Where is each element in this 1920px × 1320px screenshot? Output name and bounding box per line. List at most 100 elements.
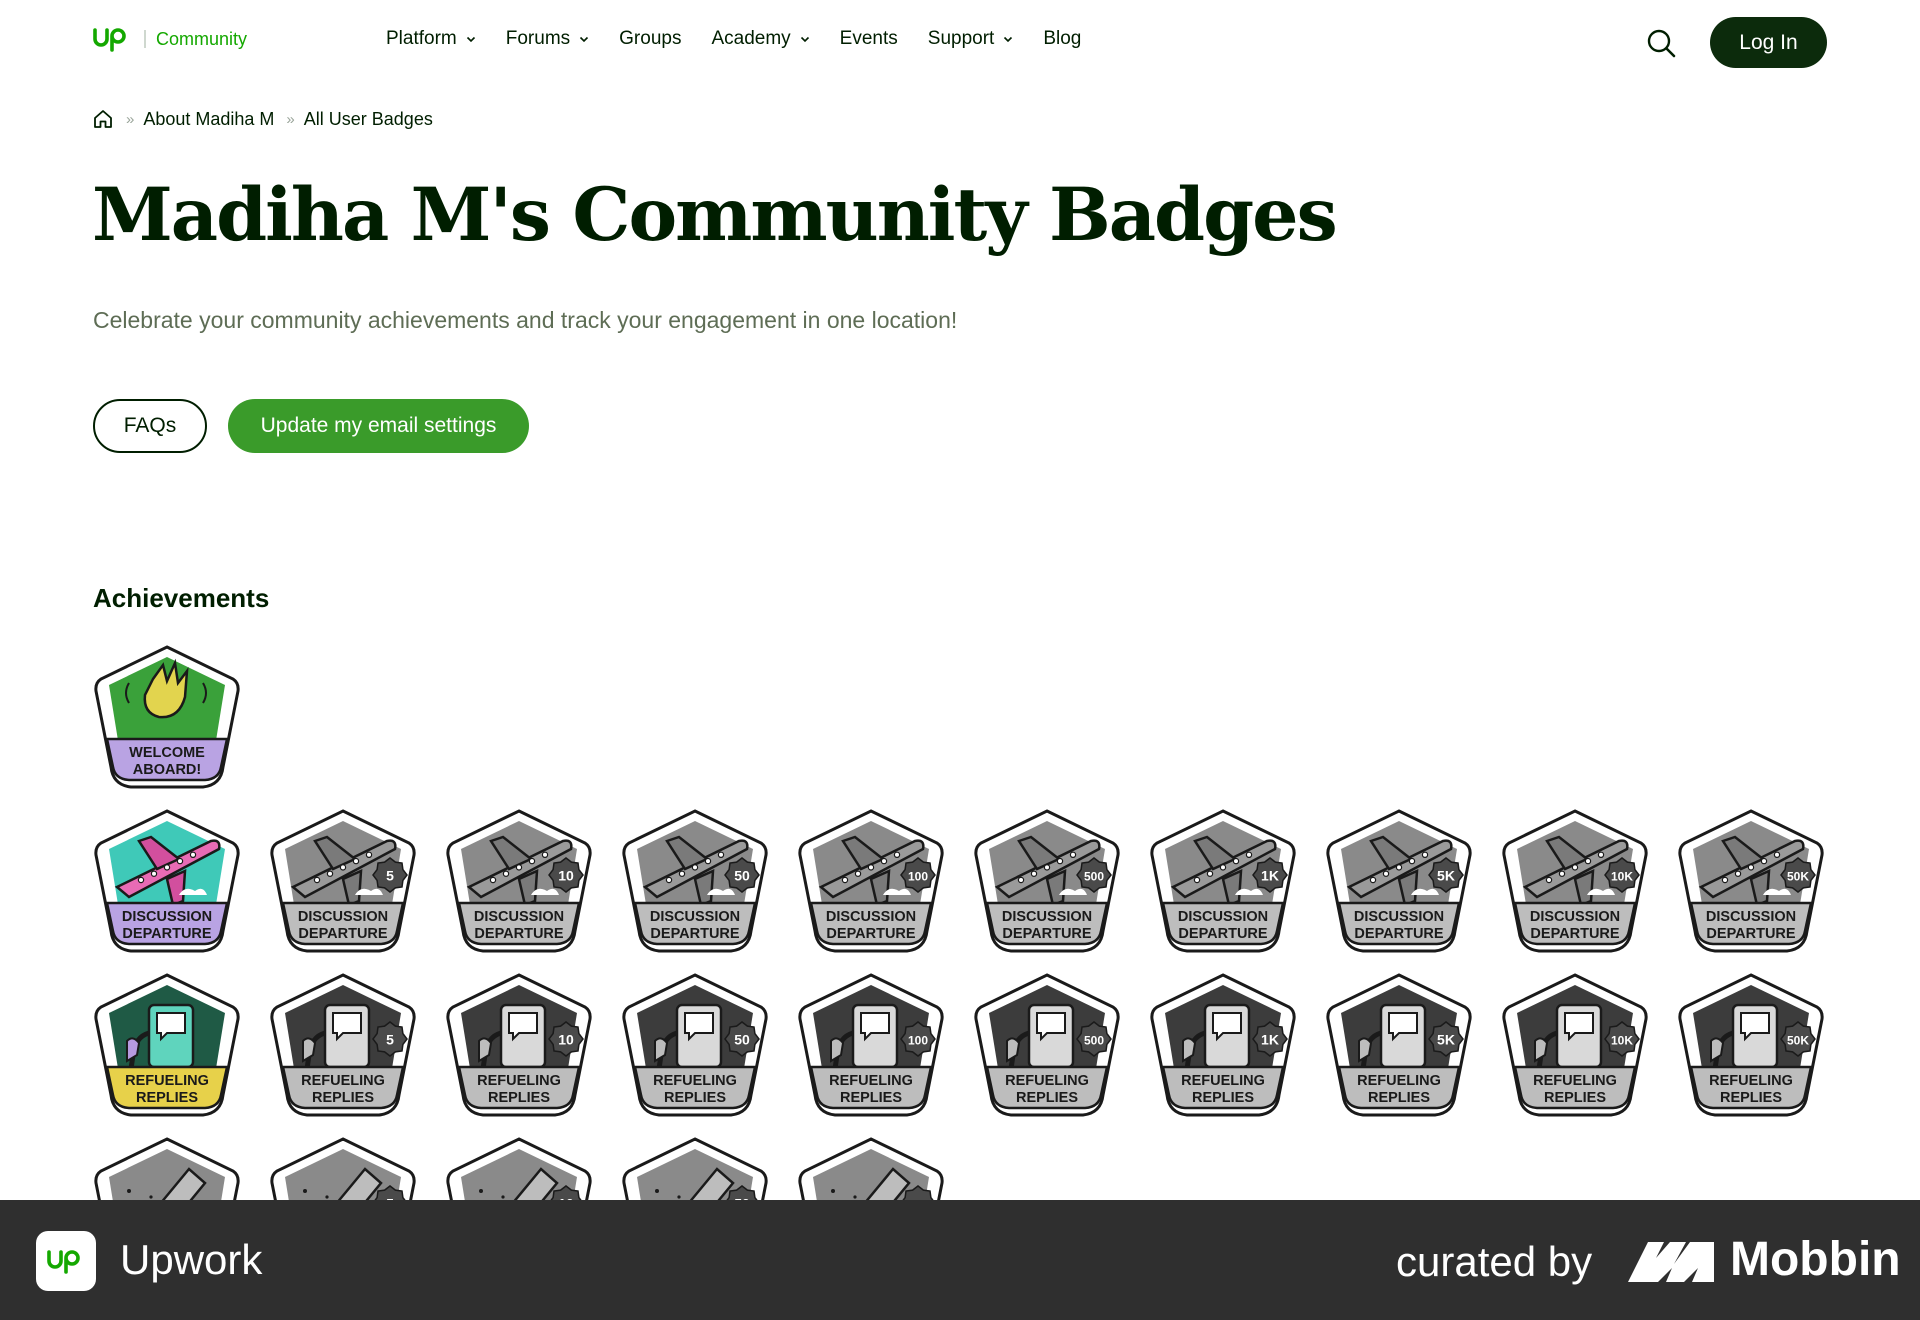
app-name: Upwork <box>120 1236 263 1283</box>
badge-shield-icon: 100 DISCUSSIONDEPARTURE <box>798 809 944 953</box>
achievement-badge[interactable]: DISCUSSION DEPARTURE <box>93 807 241 955</box>
achievement-badge[interactable]: 50K DISCUSSION DEPARTURE <box>1677 807 1825 955</box>
achievement-badge[interactable]: 1K DISCUSSION DEPARTURE <box>1149 807 1297 955</box>
badge-label-line2: DEPARTURE <box>122 926 211 942</box>
badge-shield-icon: 10K REFUELINGREPLIES <box>1502 973 1648 1117</box>
badge-label-line1: REFUELING <box>125 1073 209 1089</box>
upwork-app-icon <box>36 1231 96 1291</box>
badge-label-line1: REFUELING <box>477 1073 561 1089</box>
badge-shield-icon: 5 REFUELINGREPLIES <box>270 973 416 1117</box>
achievement-badge[interactable]: 50 DISCUSSION DEPARTURE <box>621 807 769 955</box>
badge-shield-icon: 1K DISCUSSIONDEPARTURE <box>1150 809 1296 953</box>
badge-shield-icon: 50 DISCUSSIONDEPARTURE <box>622 809 768 953</box>
curation-footer: Upwork curated by Mobbin <box>0 1200 1920 1320</box>
achievement-badge[interactable]: 1K REFUELING REPLIES <box>1149 971 1297 1119</box>
badge-count: 5K <box>1437 868 1455 884</box>
badge-label-line2: REPLIES <box>312 1090 374 1106</box>
badge-label-line2: DEPARTURE <box>826 926 915 942</box>
badge-grid: WELCOME ABOARD! DISCUSSION DEPARTURE 5 DISCUS… <box>0 0 1920 1281</box>
badge-shield-icon: WELCOMEABOARD! <box>94 645 240 789</box>
badge-label-line2: DEPARTURE <box>1706 926 1795 942</box>
badge-label-line1: WELCOME <box>129 745 205 761</box>
badge-shield-icon: REFUELINGREPLIES <box>94 973 240 1117</box>
badge-shield-icon: 5 DISCUSSIONDEPARTURE <box>270 809 416 953</box>
badge-label-line1: DISCUSSION <box>1706 909 1796 925</box>
achievement-badge[interactable]: REFUELING REPLIES <box>93 971 241 1119</box>
badge-label-line2: DEPARTURE <box>650 926 739 942</box>
badge-count: 500 <box>1084 870 1104 884</box>
badge-count: 50 <box>734 868 750 884</box>
badge-count: 5 <box>386 1032 394 1048</box>
badge-shield-icon: DISCUSSIONDEPARTURE <box>94 809 240 953</box>
badge-count: 10K <box>1611 1034 1633 1048</box>
badge-label-line1: REFUELING <box>301 1073 385 1089</box>
badge-shield-icon: 5K DISCUSSIONDEPARTURE <box>1326 809 1472 953</box>
badge-shield-icon: 50K DISCUSSIONDEPARTURE <box>1678 809 1824 953</box>
badge-label-line1: REFUELING <box>1005 1073 1089 1089</box>
badge-count: 10K <box>1611 870 1633 884</box>
badge-label-line2: DEPARTURE <box>1530 926 1619 942</box>
badge-shield-icon: 50 REFUELINGREPLIES <box>622 973 768 1117</box>
badge-label-line1: REFUELING <box>1181 1073 1265 1089</box>
badge-label-line2: DEPARTURE <box>474 926 563 942</box>
badge-label-line1: DISCUSSION <box>122 909 212 925</box>
achievement-badge[interactable]: 5K DISCUSSION DEPARTURE <box>1325 807 1473 955</box>
badge-label-line2: REPLIES <box>488 1090 550 1106</box>
badge-label-line2: REPLIES <box>1016 1090 1078 1106</box>
badge-count: 1K <box>1261 1032 1279 1048</box>
mobbin-logo-icon <box>1628 1242 1714 1282</box>
achievement-badge[interactable]: 100 REFUELING REPLIES <box>797 971 945 1119</box>
badge-shield-icon: 10K DISCUSSIONDEPARTURE <box>1502 809 1648 953</box>
badge-label-line1: DISCUSSION <box>826 909 916 925</box>
badge-count: 500 <box>1084 1034 1104 1048</box>
achievement-badge[interactable]: 50K REFUELING REPLIES <box>1677 971 1825 1119</box>
badge-shield-icon: 100 REFUELINGREPLIES <box>798 973 944 1117</box>
badge-count: 100 <box>908 1034 928 1048</box>
badge-count: 50 <box>734 1032 750 1048</box>
mobbin-brand: Mobbin <box>1730 1233 1901 1286</box>
achievement-badge[interactable]: 10K DISCUSSION DEPARTURE <box>1501 807 1649 955</box>
badge-label-line1: REFUELING <box>1709 1073 1793 1089</box>
badge-label-line1: DISCUSSION <box>1178 909 1268 925</box>
badge-count: 10 <box>558 868 574 884</box>
badge-label-line1: REFUELING <box>1533 1073 1617 1089</box>
achievement-badge[interactable]: 5K REFUELING REPLIES <box>1325 971 1473 1119</box>
badge-label-line2: REPLIES <box>664 1090 726 1106</box>
badge-shield-icon: 500 REFUELINGREPLIES <box>974 973 1120 1117</box>
achievement-badge[interactable]: 500 REFUELING REPLIES <box>973 971 1121 1119</box>
badge-label-line2: REPLIES <box>1368 1090 1430 1106</box>
badge-shield-icon: 500 DISCUSSIONDEPARTURE <box>974 809 1120 953</box>
badge-count: 50K <box>1787 870 1809 884</box>
badge-shield-icon: 5K REFUELINGREPLIES <box>1326 973 1472 1117</box>
badge-label-line2: REPLIES <box>1720 1090 1782 1106</box>
badge-label-line2: DEPARTURE <box>1354 926 1443 942</box>
achievement-badge[interactable]: 100 DISCUSSION DEPARTURE <box>797 807 945 955</box>
achievement-badge[interactable]: 10 DISCUSSION DEPARTURE <box>445 807 593 955</box>
badge-label-line1: DISCUSSION <box>1354 909 1444 925</box>
curated-by-label: curated by <box>1396 1238 1593 1285</box>
achievement-badge[interactable]: 50 REFUELING REPLIES <box>621 971 769 1119</box>
badge-label-line2: DEPARTURE <box>1002 926 1091 942</box>
badge-count: 10 <box>558 1032 574 1048</box>
badge-label-line2: REPLIES <box>136 1090 198 1106</box>
badge-label-line2: REPLIES <box>1544 1090 1606 1106</box>
badge-label-line1: DISCUSSION <box>1530 909 1620 925</box>
badge-count: 5 <box>386 868 394 884</box>
achievement-badge[interactable]: 10K REFUELING REPLIES <box>1501 971 1649 1119</box>
badge-shield-icon: 1K REFUELINGREPLIES <box>1150 973 1296 1117</box>
achievement-badge[interactable]: 10 REFUELING REPLIES <box>445 971 593 1119</box>
achievement-badge[interactable]: 5 REFUELING REPLIES <box>269 971 417 1119</box>
badge-label-line1: DISCUSSION <box>650 909 740 925</box>
achievement-badge[interactable]: 5 DISCUSSION DEPARTURE <box>269 807 417 955</box>
badge-label-line2: ABOARD! <box>133 762 201 778</box>
badge-label-line2: DEPARTURE <box>1178 926 1267 942</box>
badge-label-line1: DISCUSSION <box>474 909 564 925</box>
badge-label-line1: REFUELING <box>1357 1073 1441 1089</box>
badge-shield-icon: 10 REFUELINGREPLIES <box>446 973 592 1117</box>
badge-count: 100 <box>908 870 928 884</box>
achievement-badge[interactable]: 500 DISCUSSION DEPARTURE <box>973 807 1121 955</box>
achievement-badge[interactable]: WELCOME ABOARD! <box>93 643 241 791</box>
badge-label-line2: REPLIES <box>1192 1090 1254 1106</box>
badge-count: 5K <box>1437 1032 1455 1048</box>
badge-label-line1: REFUELING <box>829 1073 913 1089</box>
